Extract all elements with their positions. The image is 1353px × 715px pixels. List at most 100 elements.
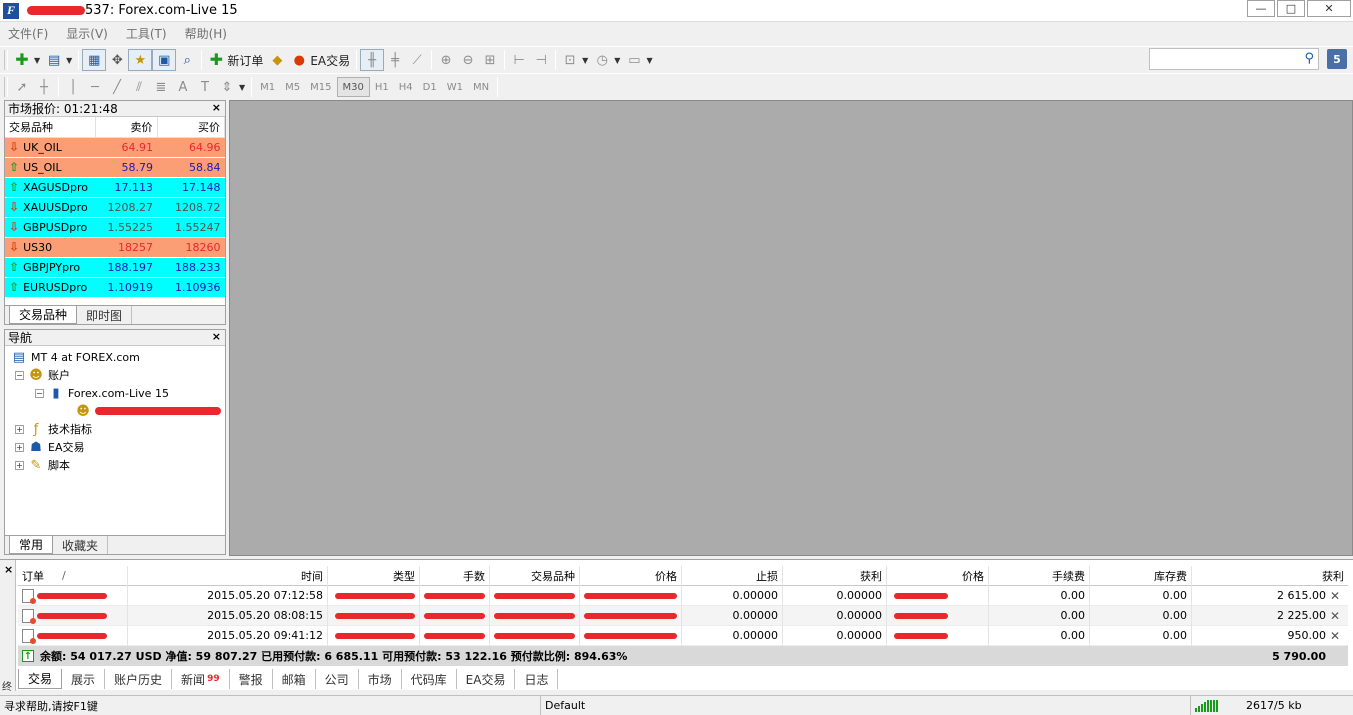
list-item[interactable]: ⇩ GBPUSDpro 1.55225 1.55247: [5, 217, 225, 238]
tree-accounts[interactable]: − ☻ 账户: [15, 366, 70, 384]
column-header-symbol[interactable]: 交易品种: [5, 117, 96, 138]
metaeditor-button[interactable]: ◆: [266, 49, 288, 71]
horizontal-line-tool[interactable]: ─: [84, 76, 106, 98]
column-header-stop-loss[interactable]: 止损: [682, 565, 783, 586]
status-connection[interactable]: 2617/5 kb: [1191, 696, 1351, 715]
table-row[interactable]: 2015.05.20 09:41:12 0.00000 0.00000 0.00 0.0…: [18, 625, 1348, 646]
text-tool[interactable]: A: [172, 76, 194, 98]
collapse-icon[interactable]: −: [35, 388, 44, 398]
column-header-lots[interactable]: 手数: [420, 565, 490, 586]
tree-scripts[interactable]: + ✎ 脚本: [15, 456, 70, 474]
list-item[interactable]: ⇩ UK_OIL 64.91 64.96: [5, 137, 225, 158]
close-order-icon[interactable]: ✕: [1330, 609, 1340, 623]
vertical-line-tool[interactable]: │: [62, 76, 84, 98]
list-item[interactable]: ⇩ XAUUSDpro 1208.27 1208.72: [5, 197, 225, 218]
column-header-swap[interactable]: 库存费: [1090, 565, 1192, 586]
indicators-button[interactable]: ⊡ ▼: [559, 49, 591, 71]
close-icon[interactable]: ×: [4, 563, 13, 576]
table-row[interactable]: 7012015.05.20 07:12:580.000000.000000.00…: [18, 585, 1348, 606]
expand-icon[interactable]: +: [15, 424, 24, 434]
list-item[interactable]: ⇧ GBPJPYpro 188.197 188.233: [5, 257, 225, 278]
menu-file[interactable]: 文件(F): [0, 25, 58, 42]
tab-company[interactable]: 公司: [316, 669, 359, 689]
chart-workspace[interactable]: [229, 100, 1353, 556]
timeframe-w1[interactable]: W1: [442, 77, 468, 97]
maximize-button[interactable]: □: [1277, 0, 1305, 17]
column-header-commission[interactable]: 手续费: [989, 565, 1090, 586]
menu-view[interactable]: 显示(V): [58, 25, 118, 42]
column-header-order[interactable]: 订单 /: [18, 565, 128, 586]
fibonacci-tool[interactable]: ≣: [150, 76, 172, 98]
new-order-button[interactable]: ✚ 新订单: [205, 49, 266, 71]
trendline-tool[interactable]: ╱: [106, 76, 128, 98]
timeframe-m30[interactable]: M30: [336, 77, 370, 97]
column-header-symbol[interactable]: 交易品种: [490, 565, 580, 586]
tab-exposure[interactable]: 展示: [62, 669, 106, 689]
timeframe-h4[interactable]: H4: [394, 77, 418, 97]
tab-alerts[interactable]: 警报: [230, 669, 273, 689]
line-chart-button[interactable]: ⟋: [406, 49, 428, 71]
column-header-current-price[interactable]: 价格: [887, 565, 989, 586]
search-input[interactable]: ⚲: [1149, 48, 1319, 70]
periods-button[interactable]: ◷ ▼: [591, 49, 623, 71]
channel-tool[interactable]: ⫽: [128, 76, 150, 98]
tree-account-item[interactable]: ☻: [75, 402, 221, 420]
timeframe-d1[interactable]: D1: [418, 77, 442, 97]
data-window-toggle[interactable]: ✥: [106, 49, 128, 71]
tab-symbols[interactable]: 交易品种: [9, 306, 78, 324]
table-row[interactable]: 2015.05.20 08:08:15 0.00000 0.00000 0.00 0.0…: [18, 605, 1348, 626]
tab-trade[interactable]: 交易: [18, 669, 63, 689]
column-header-time[interactable]: 时间: [128, 565, 328, 586]
tree-indicators[interactable]: + ƒ 技术指标: [15, 420, 92, 438]
list-item[interactable]: ⇧ US_OIL 58.79 58.84: [5, 157, 225, 178]
column-header-profit[interactable]: 获利: [1192, 566, 1348, 586]
notifications-badge[interactable]: 5: [1327, 49, 1347, 69]
column-header-take-profit[interactable]: 获利: [783, 565, 887, 586]
column-header-type[interactable]: 类型: [328, 565, 420, 586]
column-header-bid[interactable]: 卖价: [95, 117, 158, 138]
tab-news[interactable]: 新闻 99: [172, 669, 230, 689]
tree-root[interactable]: ▤ MT 4 at FOREX.com: [11, 348, 140, 366]
arrows-tool[interactable]: ⇕ ▼: [216, 76, 248, 98]
cursor-tool[interactable]: ➚: [11, 76, 33, 98]
label-tool[interactable]: T: [194, 76, 216, 98]
tree-experts[interactable]: + ☗ EA交易: [15, 438, 84, 456]
market-watch-toggle[interactable]: ▦: [82, 49, 107, 71]
tab-mailbox[interactable]: 邮箱: [273, 669, 316, 689]
search-icon[interactable]: ⚲: [1304, 51, 1314, 66]
zoom-in-button[interactable]: ⊕: [435, 49, 457, 71]
tab-code-base[interactable]: 代码库: [402, 669, 457, 689]
menu-help[interactable]: 帮助(H): [177, 25, 237, 42]
crosshair-tool[interactable]: ┼: [33, 76, 55, 98]
column-header-ask[interactable]: 买价: [157, 117, 225, 138]
zoom-out-button[interactable]: ⊖: [457, 49, 479, 71]
menu-tools[interactable]: 工具(T): [118, 25, 177, 42]
timeframe-m15[interactable]: M15: [305, 77, 336, 97]
templates-button[interactable]: ▭ ▼: [623, 49, 655, 71]
tab-journal[interactable]: 日志: [515, 669, 559, 689]
profiles-button[interactable]: ▤ ▼: [43, 49, 75, 71]
list-item[interactable]: ⇩ US30 18257 18260: [5, 237, 225, 258]
timeframe-m1[interactable]: M1: [255, 77, 280, 97]
candlestick-button[interactable]: ╪: [384, 49, 406, 71]
status-profile[interactable]: Default: [541, 695, 1191, 715]
tab-account-history[interactable]: 账户历史: [105, 669, 173, 689]
tab-favorites[interactable]: 收藏夹: [53, 536, 109, 554]
tab-common[interactable]: 常用: [9, 536, 54, 554]
close-order-icon[interactable]: ✕: [1330, 589, 1340, 603]
expand-icon[interactable]: +: [15, 460, 24, 470]
column-header-open-price[interactable]: 价格: [580, 565, 682, 586]
list-item[interactable]: ⇧ EURUSDpro 1.10919 1.10936: [5, 277, 225, 298]
tile-windows-button[interactable]: ⊞: [479, 49, 501, 71]
list-item[interactable]: ⇧ XAGUSDpro 17.113 17.148: [5, 177, 225, 198]
bar-chart-button[interactable]: ╫: [360, 49, 385, 71]
close-button[interactable]: ✕: [1307, 0, 1351, 17]
tab-market[interactable]: 市场: [359, 669, 402, 689]
expand-icon[interactable]: +: [15, 442, 24, 452]
tree-server[interactable]: − ▮ Forex.com-Live 15: [35, 384, 169, 402]
expert-advisors-button[interactable]: ● EA交易: [288, 49, 353, 71]
auto-scroll-button[interactable]: ⊢: [508, 49, 530, 71]
tab-experts[interactable]: EA交易: [457, 669, 516, 689]
minimize-button[interactable]: —: [1247, 0, 1275, 17]
close-order-icon[interactable]: ✕: [1330, 629, 1340, 643]
